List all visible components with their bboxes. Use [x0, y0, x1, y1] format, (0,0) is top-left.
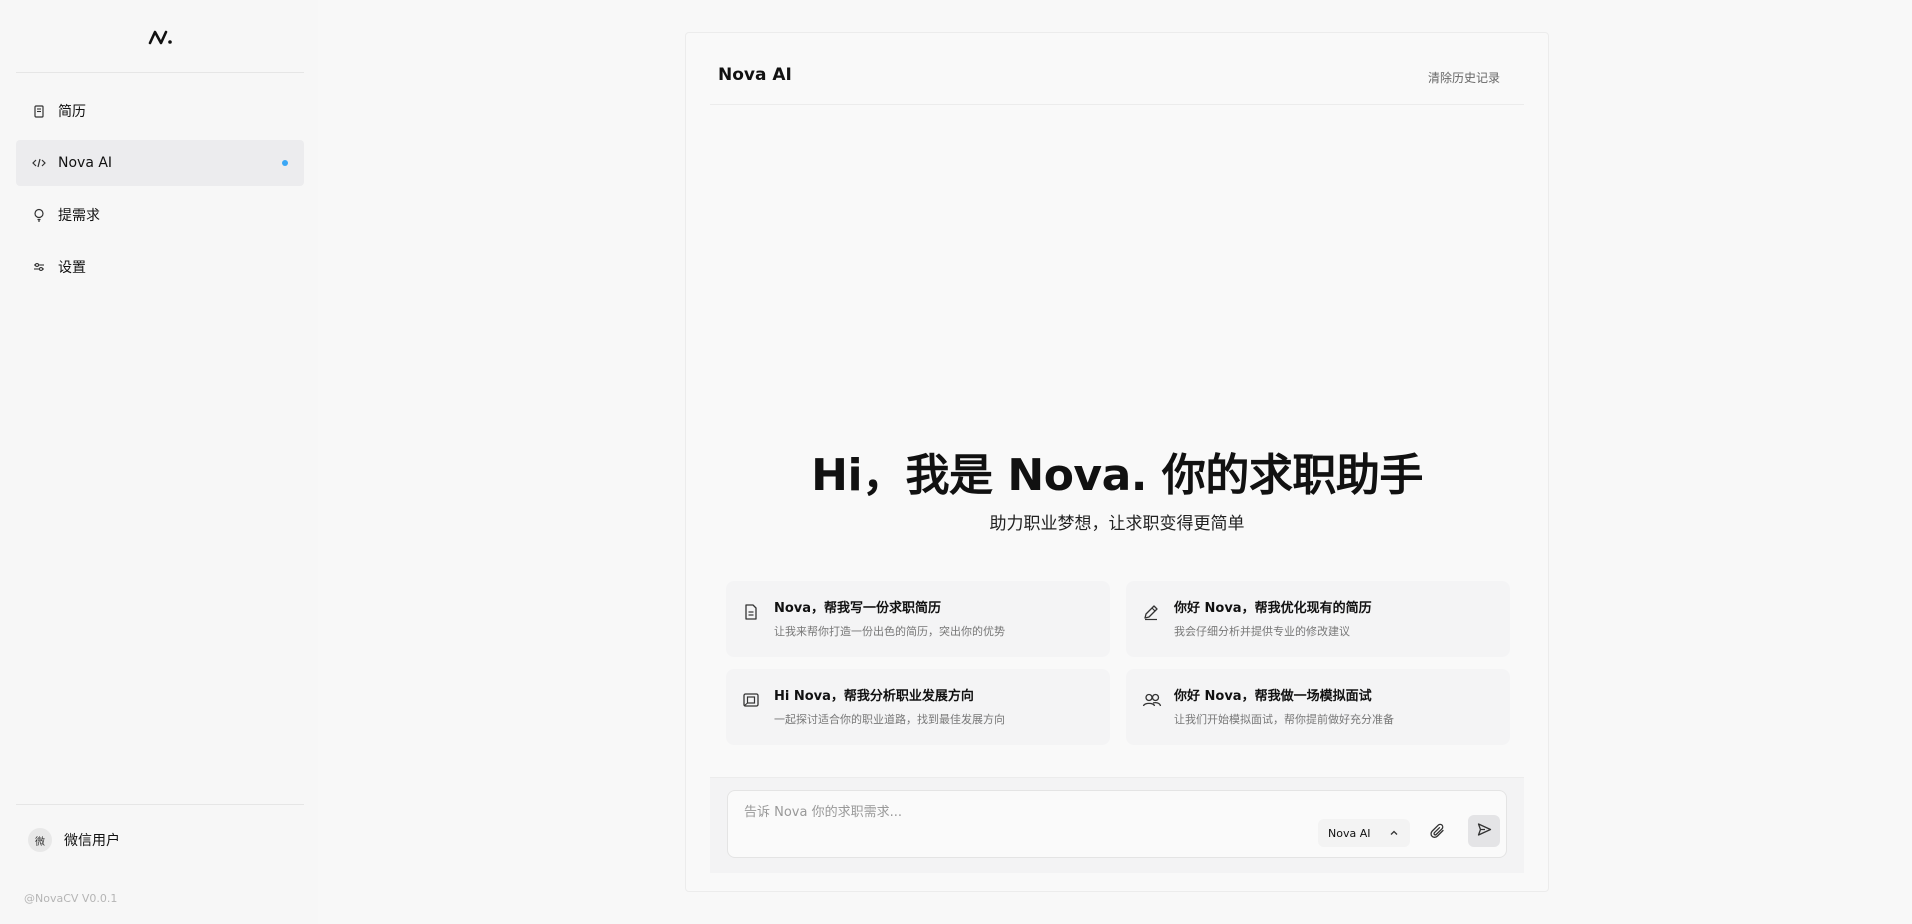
sidebar-item-label: 简历 [58, 104, 86, 120]
panel-header: Nova AI 清除历史记录 [710, 57, 1524, 105]
user-profile[interactable]: 微 微信用户 [28, 828, 120, 852]
sidebar-item-label: 设置 [58, 260, 86, 276]
code-icon [32, 156, 46, 170]
suggestion-cards: Nova，帮我写一份求职简历 让我来帮你打造一份出色的简历，突出你的优势 你好 … [726, 581, 1510, 745]
message-input[interactable] [744, 801, 1304, 823]
attach-button[interactable] [1424, 819, 1452, 847]
composer-area: Nova AI [710, 777, 1524, 873]
model-select[interactable]: Nova AI [1318, 819, 1410, 847]
sidebar-item-request[interactable]: 提需求 [16, 192, 304, 238]
user-name: 微信用户 [64, 833, 120, 849]
send-icon [1477, 822, 1492, 841]
send-button[interactable] [1468, 815, 1500, 847]
compass-icon [742, 691, 760, 709]
chevron-up-icon [1388, 827, 1400, 839]
sidebar-item-settings[interactable]: 设置 [16, 244, 304, 290]
card-title: 你好 Nova，帮我做一场模拟面试 [1174, 689, 1372, 704]
page-title: Nova AI [718, 65, 792, 85]
chat-panel: Nova AI 清除历史记录 Hi，我是 Nova. 你的求职助手 助力职业梦想… [685, 32, 1549, 892]
card-description: 一起探讨适合你的职业道路，找到最佳发展方向 [774, 713, 1005, 726]
users-icon [1142, 691, 1162, 709]
suggestion-card-mock-interview[interactable]: 你好 Nova，帮我做一场模拟面试 让我们开始模拟面试，帮你提前做好充分准备 [1126, 669, 1510, 745]
divider [16, 72, 304, 73]
suggestion-card-career-direction[interactable]: Hi Nova，帮我分析职业发展方向 一起探讨适合你的职业道路，找到最佳发展方向 [726, 669, 1110, 745]
card-description: 我会仔细分析并提供专业的修改建议 [1174, 625, 1350, 638]
card-title: Hi Nova，帮我分析职业发展方向 [774, 689, 974, 704]
clear-history-button[interactable]: 清除历史记录 [1428, 69, 1500, 86]
sidebar-item-nova-ai[interactable]: Nova AI [16, 140, 304, 186]
avatar: 微 [28, 828, 52, 852]
card-description: 让我们开始模拟面试，帮你提前做好充分准备 [1174, 713, 1394, 726]
divider [16, 804, 304, 805]
model-select-value: Nova AI [1328, 826, 1371, 840]
message-composer: Nova AI [727, 790, 1507, 858]
file-icon [742, 603, 760, 621]
suggestion-card-write-resume[interactable]: Nova，帮我写一份求职简历 让我来帮你打造一份出色的简历，突出你的优势 [726, 581, 1110, 657]
hero-title: Hi，我是 Nova. 你的求职助手 [811, 450, 1423, 501]
hero-subtitle: 助力职业梦想，让求职变得更简单 [989, 514, 1245, 534]
active-indicator-dot [282, 160, 288, 166]
sidebar: 简历 Nova AI 提需求 设置 微 微信用户 @NovaCV V0.0.1 [0, 0, 318, 924]
pen-icon [1142, 603, 1160, 621]
card-title: 你好 Nova，帮我优化现有的简历 [1174, 601, 1372, 616]
sliders-icon [32, 260, 46, 274]
sidebar-item-resume[interactable]: 简历 [16, 88, 304, 134]
sidebar-item-label: 提需求 [58, 208, 100, 224]
sidebar-item-label: Nova AI [58, 155, 113, 171]
document-icon [32, 104, 46, 118]
sidebar-nav: 简历 Nova AI 提需求 设置 [16, 88, 304, 296]
paperclip-icon [1430, 823, 1446, 843]
suggestion-card-optimize-resume[interactable]: 你好 Nova，帮我优化现有的简历 我会仔细分析并提供专业的修改建议 [1126, 581, 1510, 657]
card-title: Nova，帮我写一份求职简历 [774, 601, 942, 616]
card-description: 让我来帮你打造一份出色的简历，突出你的优势 [774, 625, 1005, 638]
logo-icon[interactable] [146, 26, 176, 48]
lightbulb-icon [32, 208, 46, 222]
version-label: @NovaCV V0.0.1 [24, 892, 118, 905]
